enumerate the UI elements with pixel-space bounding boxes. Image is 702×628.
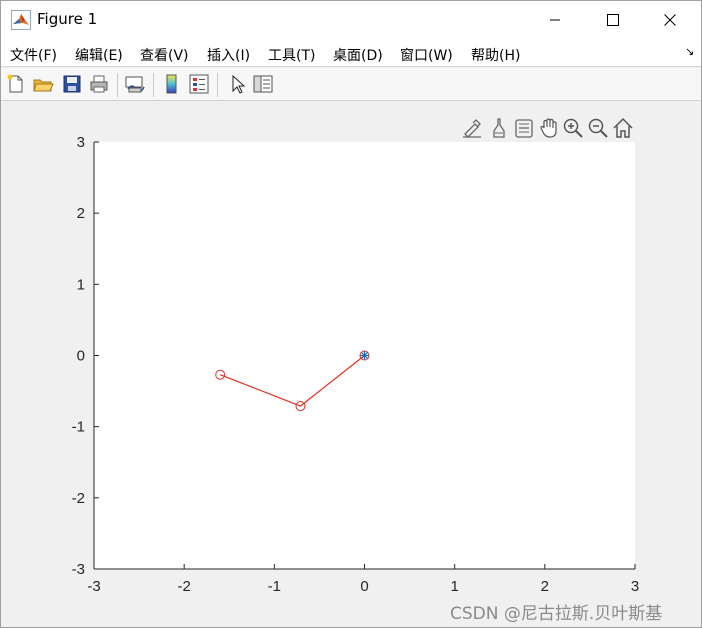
figure-window: Figure 1 文件(F) 编辑(E) 查看(V) 插入(I) 工具(T) 桌… <box>0 0 702 628</box>
y-tick-label: 0 <box>77 348 85 365</box>
x-tick-label: -3 <box>87 578 100 595</box>
x-tick-label: -2 <box>177 578 190 595</box>
y-tick-label: 2 <box>77 205 85 222</box>
plot-axes[interactable]: -3 -2 -1 0 1 2 3 3 2 1 0 -1 -2 -3 <box>1 1 702 628</box>
x-tick-label: -1 <box>268 578 281 595</box>
x-tick-label: 2 <box>541 578 549 595</box>
x-tick-label: 3 <box>631 578 639 595</box>
y-tick-label: 3 <box>77 134 85 151</box>
y-tick-label: -3 <box>72 561 85 578</box>
y-tick-label: -1 <box>72 419 85 436</box>
x-tick-label: 1 <box>450 578 458 595</box>
y-tick-label: -2 <box>72 490 85 507</box>
x-tick-label: 0 <box>360 578 368 595</box>
y-tick-label: 1 <box>77 276 85 293</box>
watermark-text: CSDN @尼古拉斯.贝叶斯基 <box>450 604 663 624</box>
star-marker <box>360 351 369 360</box>
